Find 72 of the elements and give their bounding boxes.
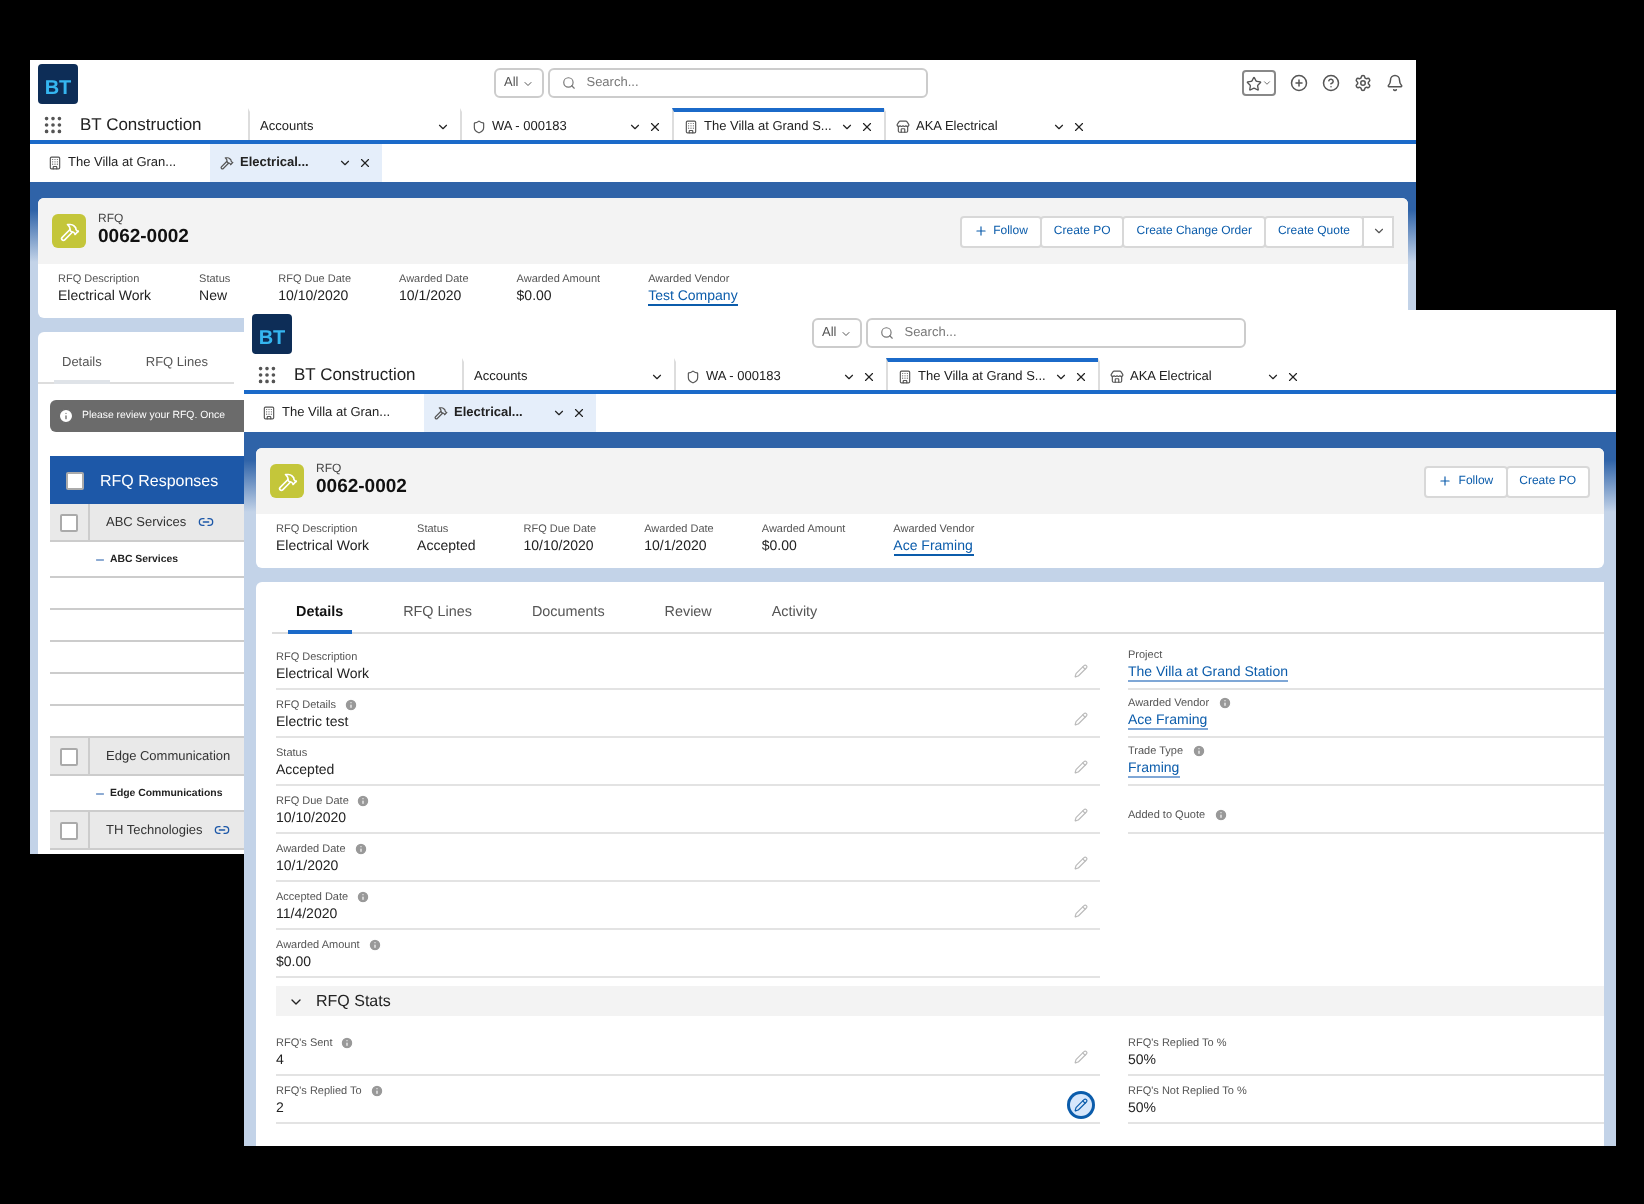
- close-icon[interactable]: [860, 119, 874, 133]
- add-icon[interactable]: [1290, 74, 1308, 92]
- info-icon[interactable]: [343, 698, 358, 712]
- section-header[interactable]: RFQ Stats: [276, 986, 1604, 1016]
- caret-icon: [1262, 78, 1272, 88]
- building-icon: [684, 119, 698, 133]
- record-number: 0062-0002: [98, 226, 191, 248]
- favorites-button[interactable]: [1242, 70, 1276, 96]
- chevron-down-icon[interactable]: [840, 119, 854, 133]
- shield-icon: [686, 369, 700, 383]
- chevron-down-icon[interactable]: [1054, 369, 1068, 383]
- checkbox[interactable]: [66, 471, 84, 489]
- close-icon[interactable]: [648, 119, 662, 133]
- app-logo: BT: [252, 314, 292, 354]
- chevron-down-icon[interactable]: [338, 156, 352, 170]
- store-icon: [896, 119, 910, 133]
- search-icon: [562, 76, 577, 90]
- info-icon[interactable]: [1217, 696, 1232, 710]
- building-icon: [898, 369, 912, 383]
- close-icon[interactable]: [1286, 369, 1300, 383]
- close-icon[interactable]: [358, 156, 372, 170]
- table-title: RFQ Responses: [100, 471, 219, 489]
- chevron-down-icon[interactable]: [842, 369, 856, 383]
- record-number: 0062-0002: [316, 476, 409, 498]
- info-icon[interactable]: [367, 938, 382, 952]
- caret-icon: [840, 327, 853, 339]
- checkbox[interactable]: [60, 821, 78, 839]
- settings-icon[interactable]: [1354, 74, 1372, 92]
- help-icon[interactable]: [1322, 74, 1340, 92]
- close-icon[interactable]: [1072, 119, 1086, 133]
- record-icon: [270, 464, 304, 498]
- notification-icon[interactable]: [1386, 74, 1404, 92]
- app-name: BT Construction: [78, 112, 204, 138]
- chevron-down-icon[interactable]: [1266, 369, 1280, 383]
- link-icon[interactable]: [198, 514, 215, 530]
- info-icon: [58, 408, 74, 424]
- info-icon[interactable]: [340, 1036, 355, 1050]
- info-icon[interactable]: [1191, 744, 1206, 758]
- chevron-down-icon[interactable]: [436, 119, 450, 133]
- info-icon[interactable]: [356, 890, 371, 904]
- chevron-down-icon[interactable]: [1052, 119, 1066, 133]
- chevron-down-icon[interactable]: [628, 119, 642, 133]
- info-icon[interactable]: [369, 1084, 384, 1098]
- app-launcher-icon[interactable]: [42, 113, 64, 135]
- edit-button[interactable]: [1070, 1094, 1092, 1116]
- close-icon[interactable]: [862, 369, 876, 383]
- info-icon[interactable]: [1213, 808, 1228, 822]
- app-launcher-icon[interactable]: [256, 363, 278, 385]
- plus-icon: [973, 224, 988, 238]
- record-icon: [52, 214, 86, 248]
- app-name: BT Construction: [292, 362, 418, 388]
- link-icon[interactable]: [214, 822, 231, 838]
- building-icon: [48, 156, 62, 170]
- shield-icon: [472, 119, 486, 133]
- checkbox[interactable]: [60, 513, 78, 531]
- search-icon: [880, 326, 895, 340]
- store-icon: [1110, 369, 1124, 383]
- info-icon[interactable]: [356, 794, 371, 808]
- app-logo: BT: [38, 64, 78, 104]
- hammer-icon: [434, 406, 448, 420]
- chevron-down-icon[interactable]: [552, 406, 566, 420]
- checkbox[interactable]: [60, 747, 78, 765]
- close-icon[interactable]: [572, 406, 586, 420]
- info-icon[interactable]: [353, 842, 368, 856]
- caret-icon: [522, 77, 535, 89]
- plus-icon: [1438, 474, 1453, 488]
- close-icon[interactable]: [1074, 369, 1088, 383]
- chevron-down-icon[interactable]: [650, 369, 664, 383]
- caret-icon: [1371, 224, 1385, 238]
- hammer-icon: [220, 156, 234, 170]
- building-icon: [262, 406, 276, 420]
- star-icon: [1246, 75, 1262, 91]
